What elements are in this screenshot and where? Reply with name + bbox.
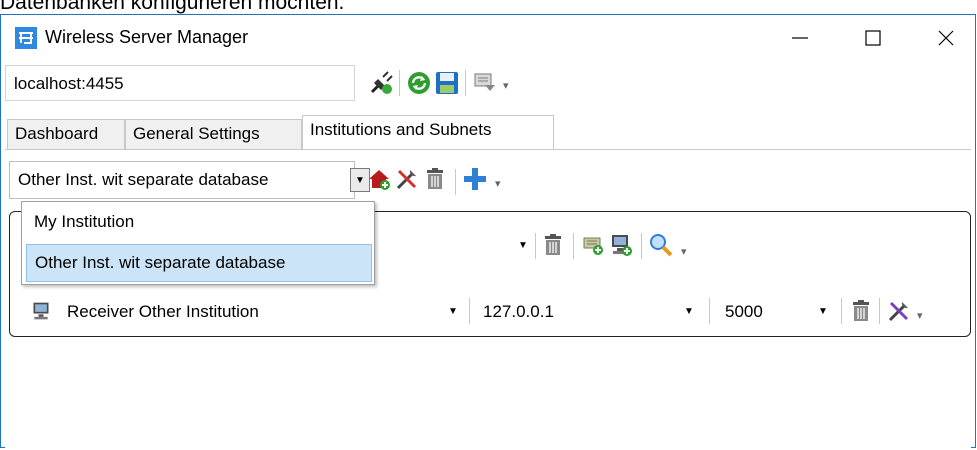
tab-general-settings[interactable]: General Settings <box>125 119 302 149</box>
dropdown-option-other-institution[interactable]: Other Inst. wit separate database <box>26 244 372 282</box>
institution-dropdown-list: My Institution Other Inst. wit separate … <box>21 201 375 285</box>
refresh-icon[interactable] <box>407 71 431 95</box>
tab-label: General Settings <box>133 124 260 143</box>
delete-icon[interactable] <box>423 167 447 191</box>
dropdown-arrow-icon[interactable]: ▼ <box>813 299 833 323</box>
toolbar-separator <box>709 298 710 324</box>
add-icon[interactable] <box>463 167 487 191</box>
connection-toolbar: localhost:4455 ▾ <box>5 65 971 103</box>
receiver-name-value: Receiver Other Institution <box>67 302 259 321</box>
subnet-dropdown-arrow-icon[interactable]: ▼ <box>513 233 533 257</box>
toolbar-separator <box>879 298 880 324</box>
receiver-port-value: 5000 <box>725 302 763 321</box>
background-document-text: Datenbanken konfigurieren möchten. <box>0 0 345 14</box>
title-bar: Wireless Server Manager <box>1 15 975 61</box>
receiver-ip-combobox[interactable]: 127.0.0.1 ▼ <box>475 291 709 331</box>
maximize-button[interactable] <box>844 15 902 61</box>
save-icon[interactable] <box>435 71 459 95</box>
server-address-input[interactable]: localhost:4455 <box>5 65 355 101</box>
toolbar-separator <box>469 298 470 324</box>
receiver-port-combobox[interactable]: 5000 ▼ <box>717 291 837 331</box>
search-icon[interactable] <box>649 233 673 257</box>
overflow-icon[interactable]: ▾ <box>503 79 509 92</box>
tab-label: Dashboard <box>15 124 99 143</box>
receiver-icon <box>33 302 49 320</box>
close-icon <box>938 30 954 46</box>
tab-label: Institutions and Subnets <box>310 120 492 139</box>
minimize-button[interactable] <box>771 15 829 61</box>
app-window: Wireless Server Manager localhost:4455 ▾… <box>0 14 976 450</box>
toolbar-separator <box>455 169 456 195</box>
window-title: Wireless Server Manager <box>45 27 249 47</box>
institution-combobox[interactable]: Other Inst. wit separate database ▼ <box>9 161 370 199</box>
tab-institutions-and-subnets[interactable]: Institutions and Subnets <box>302 115 554 150</box>
add-subnet-icon[interactable] <box>581 233 605 257</box>
edit-tools-icon[interactable] <box>395 167 419 191</box>
tab-dashboard[interactable]: Dashboard <box>7 119 125 149</box>
close-button[interactable] <box>917 15 975 61</box>
overflow-icon[interactable]: ▾ <box>495 177 501 190</box>
app-icon <box>15 27 37 49</box>
receiver-row: Receiver Other Institution ▼ 127.0.0.1 ▼… <box>23 291 963 331</box>
dropdown-option-my-institution[interactable]: My Institution <box>26 204 372 242</box>
server-address-value: localhost:4455 <box>14 74 124 93</box>
toolbar-separator <box>641 233 642 259</box>
delete-icon[interactable] <box>849 299 873 323</box>
toolbar-separator <box>573 233 574 259</box>
dropdown-arrow-icon[interactable]: ▼ <box>443 299 463 323</box>
overflow-icon[interactable]: ▾ <box>681 245 687 258</box>
dropdown-arrow-icon[interactable]: ▼ <box>679 299 699 323</box>
edit-tools-icon[interactable] <box>887 299 911 323</box>
delete-icon[interactable] <box>541 233 565 257</box>
institution-selected-value: Other Inst. wit separate database <box>18 170 269 189</box>
receiver-ip-value: 127.0.0.1 <box>483 302 554 321</box>
option-label: My Institution <box>34 212 135 231</box>
receiver-name-combobox[interactable]: Receiver Other Institution ▼ <box>59 291 469 331</box>
disconnect-icon[interactable] <box>369 71 393 95</box>
toolbar-separator <box>465 70 466 96</box>
settings-export-icon[interactable] <box>473 71 497 95</box>
toolbar-separator <box>841 298 842 324</box>
add-receiver-icon[interactable] <box>609 233 633 257</box>
minimize-icon <box>792 37 808 39</box>
add-institution-icon[interactable] <box>367 167 391 191</box>
toolbar-separator <box>535 233 536 259</box>
maximize-icon <box>865 30 881 46</box>
overflow-icon[interactable]: ▾ <box>917 309 923 322</box>
option-label: Other Inst. wit separate database <box>35 253 286 272</box>
toolbar-separator <box>399 70 400 96</box>
